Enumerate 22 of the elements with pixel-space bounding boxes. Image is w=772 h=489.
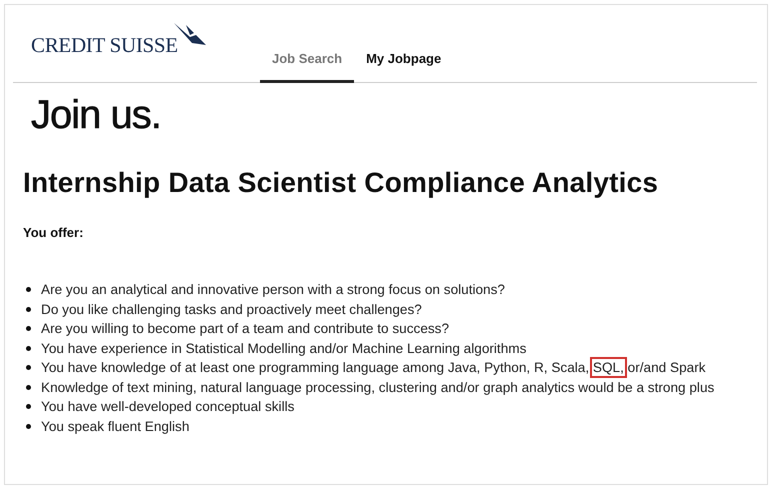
section-heading: You offer: — [23, 225, 84, 240]
list-item-text: You speak fluent English — [41, 418, 190, 434]
bullet-icon — [26, 365, 31, 370]
nav-tab[interactable]: My Jobpage — [354, 51, 454, 83]
list-item-text: You have knowledge of at least one programming language among Java, Python, R, Scala, SQL, or/and Spark — [41, 360, 706, 376]
list-item-text: You have experience in Statistical Modelling and/or Machine Learning algorithms — [41, 340, 526, 356]
bullet-icon — [26, 287, 31, 292]
list-item-text: Are you willing to become part of a team and contribute to success? — [41, 321, 450, 336]
job-title: Internship Data Scientist Compliance Analytics — [23, 166, 660, 200]
hero-heading: Join us. — [31, 92, 162, 139]
list-item-text: You have well-developed conceptual skills — [41, 399, 294, 414]
bullet-icon — [26, 326, 31, 332]
bullet-icon — [26, 384, 31, 390]
list-item-text: Do you like challenging tasks and proactively meet challenges? — [41, 302, 422, 317]
bullet-icon — [26, 306, 31, 312]
logo-wordmark: CREDIT SUISSE — [31, 33, 178, 58]
list-item-text: Knowledge of text mining, natural language processing, clustering and/or graph analytics would be a strong plus — [41, 380, 714, 395]
bullet-icon — [26, 424, 31, 429]
list-item-text: Are you an analytical and innovative person with a strong focus on solutions? — [41, 282, 505, 298]
nav-tab[interactable]: Job Search — [260, 51, 354, 83]
bullet-icon — [26, 346, 31, 351]
bullet-icon — [26, 404, 31, 410]
